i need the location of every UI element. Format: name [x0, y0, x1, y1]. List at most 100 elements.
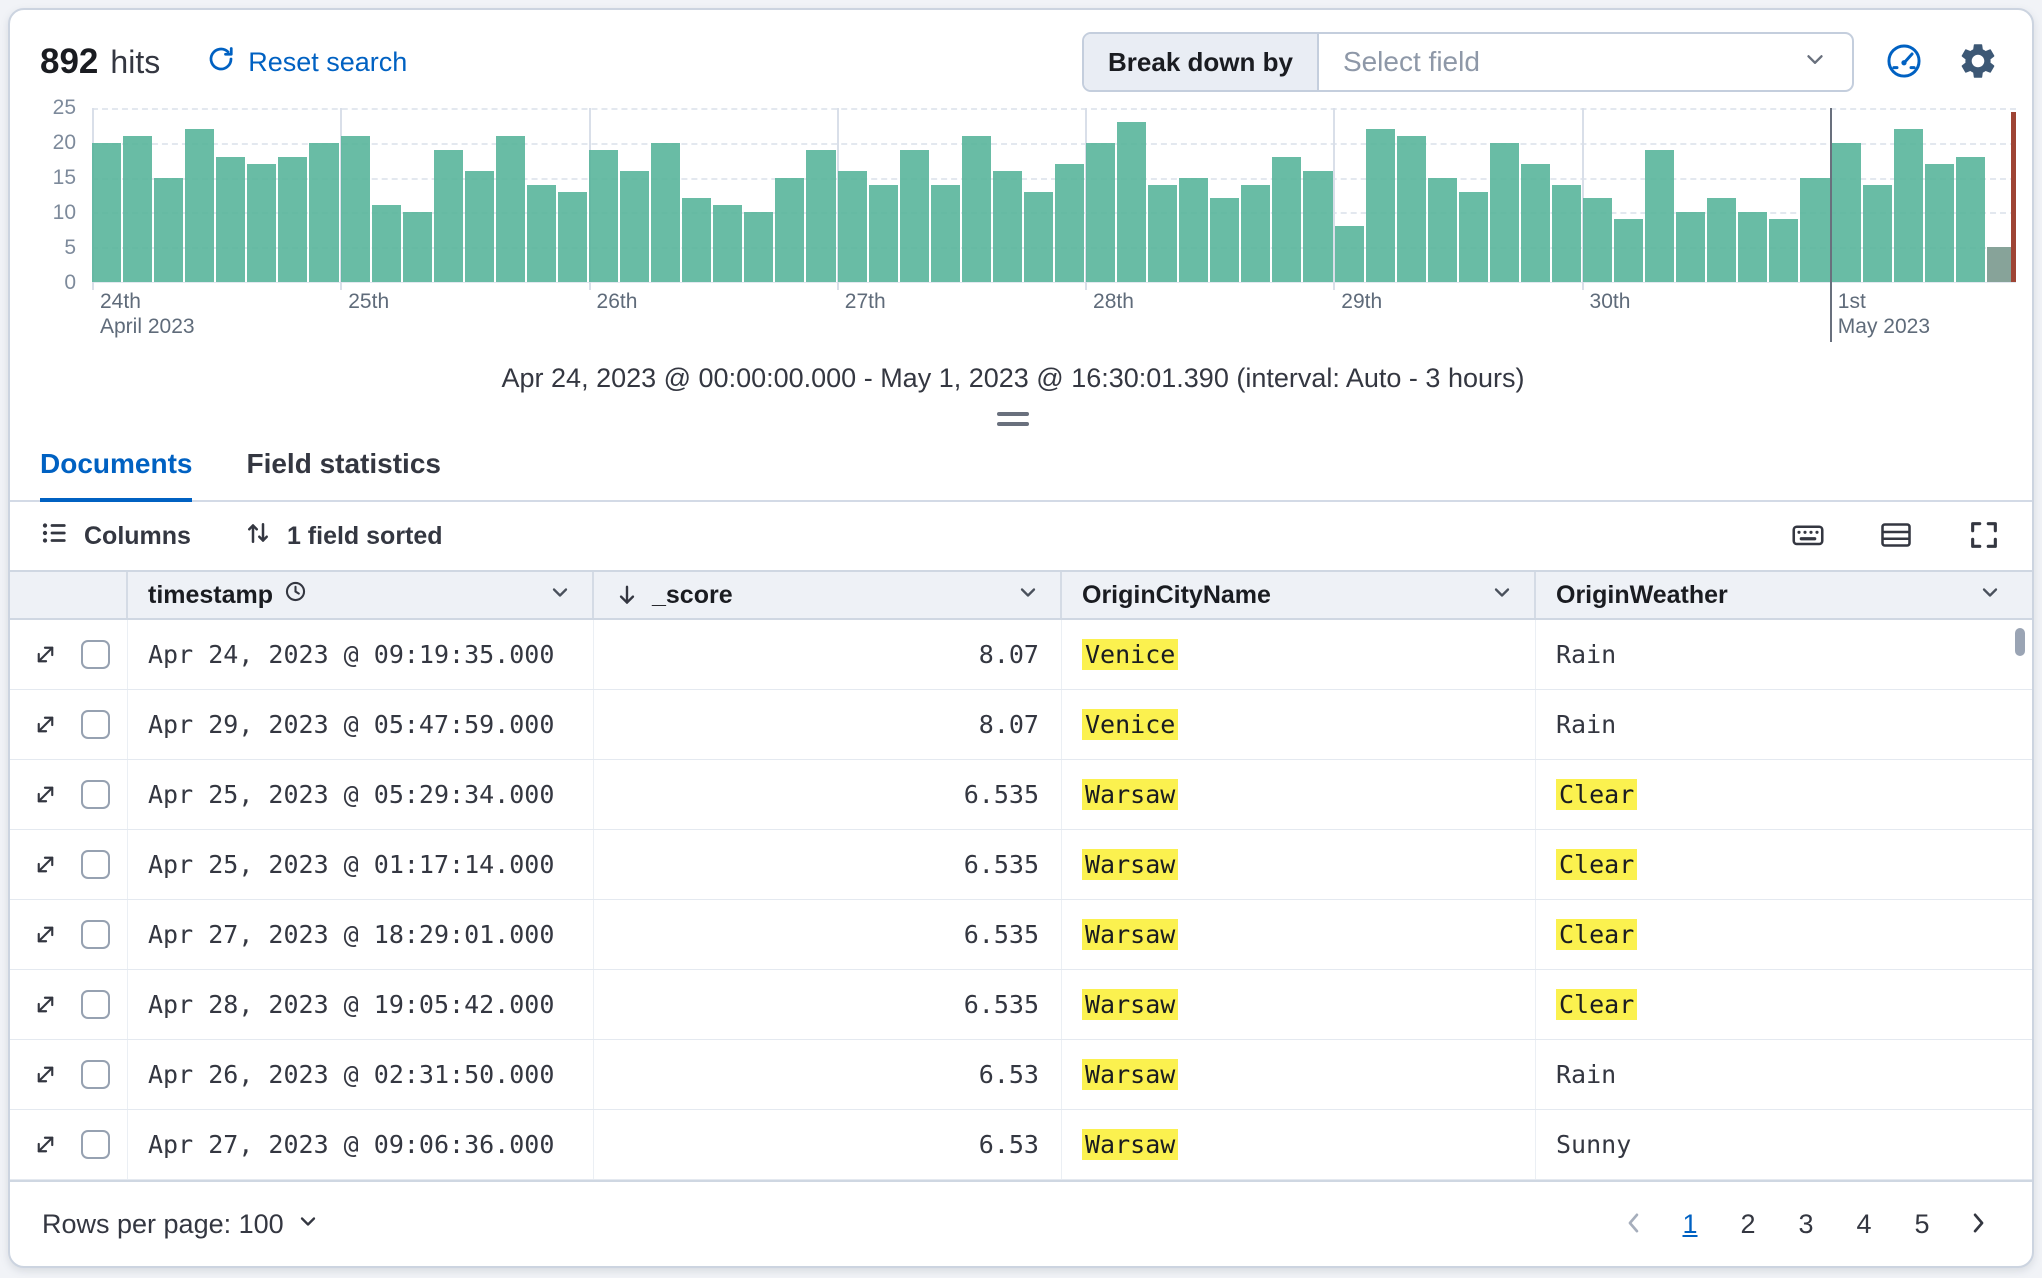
- header-origin-weather[interactable]: OriginWeather: [1536, 572, 2032, 618]
- histogram-bar[interactable]: [309, 142, 339, 282]
- histogram-bar[interactable]: [1645, 149, 1675, 282]
- expand-row-icon[interactable]: [32, 711, 59, 738]
- row-checkbox[interactable]: [81, 920, 110, 949]
- previous-page-button[interactable]: [1612, 1202, 1656, 1246]
- histogram-bar[interactable]: [1738, 212, 1768, 282]
- histogram-bar[interactable]: [1365, 128, 1395, 282]
- histogram-bar[interactable]: [1676, 212, 1706, 282]
- histogram-bar[interactable]: [1831, 142, 1861, 282]
- chart-options-button[interactable]: [1954, 38, 2002, 86]
- histogram-bar[interactable]: [154, 177, 184, 282]
- break-down-field-select[interactable]: Select field: [1319, 34, 1852, 90]
- row-checkbox[interactable]: [81, 1130, 110, 1159]
- rows-per-page-button[interactable]: Rows per page: 100: [42, 1209, 320, 1240]
- expand-row-icon[interactable]: [32, 1131, 59, 1158]
- chart-resize-handle[interactable]: [997, 412, 1029, 426]
- histogram-bar[interactable]: [1520, 163, 1550, 282]
- histogram-bar[interactable]: [992, 170, 1022, 282]
- histogram-bar[interactable]: [1551, 184, 1581, 282]
- histogram-bar[interactable]: [682, 198, 712, 282]
- histogram-bar[interactable]: [1800, 177, 1830, 282]
- histogram-bar[interactable]: [557, 191, 587, 282]
- chevron-down-icon[interactable]: [1490, 580, 1514, 611]
- histogram-bar[interactable]: [1272, 156, 1302, 282]
- row-checkbox[interactable]: [81, 640, 110, 669]
- histogram-bar[interactable]: [1023, 191, 1053, 282]
- histogram-bar[interactable]: [1458, 191, 1488, 282]
- page-button-3[interactable]: 3: [1782, 1201, 1830, 1248]
- page-button-2[interactable]: 2: [1724, 1201, 1772, 1248]
- histogram-bar[interactable]: [1955, 156, 1985, 282]
- expand-row-icon[interactable]: [32, 991, 59, 1018]
- header-origin-city-name[interactable]: OriginCityName: [1062, 572, 1536, 618]
- expand-row-icon[interactable]: [32, 781, 59, 808]
- histogram-bar[interactable]: [123, 135, 153, 282]
- histogram-bar[interactable]: [899, 149, 929, 282]
- expand-row-icon[interactable]: [32, 921, 59, 948]
- histogram-bar[interactable]: [775, 177, 805, 282]
- histogram-bar[interactable]: [713, 205, 743, 282]
- chevron-down-icon[interactable]: [548, 580, 572, 611]
- table-scrollbar-thumb[interactable]: [2015, 628, 2025, 656]
- histogram-bar[interactable]: [216, 156, 246, 282]
- tab-documents[interactable]: Documents: [40, 448, 193, 502]
- row-checkbox[interactable]: [81, 990, 110, 1019]
- next-page-button[interactable]: [1956, 1202, 2000, 1246]
- histogram-bar[interactable]: [806, 149, 836, 282]
- header-score[interactable]: _score: [594, 572, 1062, 618]
- histogram-plot[interactable]: [92, 108, 2016, 342]
- histogram-bar[interactable]: [930, 184, 960, 282]
- histogram-bar[interactable]: [868, 184, 898, 282]
- histogram-bar[interactable]: [278, 156, 308, 282]
- edit-visualization-button[interactable]: [1880, 38, 1928, 86]
- page-button-5[interactable]: 5: [1898, 1201, 1946, 1248]
- expand-row-icon[interactable]: [32, 851, 59, 878]
- histogram-bar[interactable]: [589, 149, 619, 282]
- tab-field-statistics[interactable]: Field statistics: [246, 448, 441, 500]
- histogram-bar[interactable]: [1334, 226, 1364, 282]
- histogram-bar[interactable]: [1241, 184, 1271, 282]
- row-checkbox[interactable]: [81, 780, 110, 809]
- histogram-bar[interactable]: [1054, 163, 1084, 282]
- page-button-4[interactable]: 4: [1840, 1201, 1888, 1248]
- row-checkbox[interactable]: [81, 1060, 110, 1089]
- histogram-bar[interactable]: [1396, 135, 1426, 282]
- histogram-bar[interactable]: [1862, 184, 1892, 282]
- histogram-bar[interactable]: [1614, 219, 1644, 282]
- histogram-bar[interactable]: [744, 212, 774, 282]
- histogram-bar[interactable]: [340, 135, 370, 282]
- histogram-bar[interactable]: [495, 135, 525, 282]
- histogram-bar[interactable]: [1583, 198, 1613, 282]
- histogram-bar[interactable]: [185, 128, 215, 282]
- histogram-bar[interactable]: [1303, 170, 1333, 282]
- histogram-bar[interactable]: [1210, 198, 1240, 282]
- histogram-bar[interactable]: [1769, 219, 1799, 282]
- display-options-button[interactable]: [1876, 516, 1916, 556]
- histogram-bar[interactable]: [620, 170, 650, 282]
- reset-search-button[interactable]: Reset search: [206, 44, 407, 81]
- fullscreen-button[interactable]: [1964, 516, 2004, 556]
- histogram-bar[interactable]: [651, 142, 681, 282]
- columns-button[interactable]: Columns: [40, 518, 191, 555]
- keyboard-shortcuts-button[interactable]: [1788, 516, 1828, 556]
- histogram-bar[interactable]: [92, 142, 122, 282]
- histogram-bar[interactable]: [1148, 184, 1178, 282]
- chevron-down-icon[interactable]: [1016, 580, 1040, 611]
- header-timestamp[interactable]: timestamp: [128, 572, 594, 618]
- histogram-bar[interactable]: [1086, 142, 1116, 282]
- histogram-bar[interactable]: [433, 149, 463, 282]
- page-button-1[interactable]: 1: [1666, 1201, 1714, 1248]
- expand-row-icon[interactable]: [32, 641, 59, 668]
- histogram-bar[interactable]: [837, 170, 867, 282]
- histogram-bar[interactable]: [1489, 142, 1519, 282]
- histogram-bar[interactable]: [1427, 177, 1457, 282]
- histogram-bar[interactable]: [371, 205, 401, 282]
- histogram-bar[interactable]: [247, 163, 277, 282]
- row-checkbox[interactable]: [81, 710, 110, 739]
- histogram-bar[interactable]: [961, 135, 991, 282]
- histogram-bar[interactable]: [1117, 121, 1147, 282]
- expand-row-icon[interactable]: [32, 1061, 59, 1088]
- histogram-bar[interactable]: [1893, 128, 1923, 282]
- chevron-down-icon[interactable]: [1978, 580, 2002, 611]
- histogram-bar[interactable]: [402, 212, 432, 282]
